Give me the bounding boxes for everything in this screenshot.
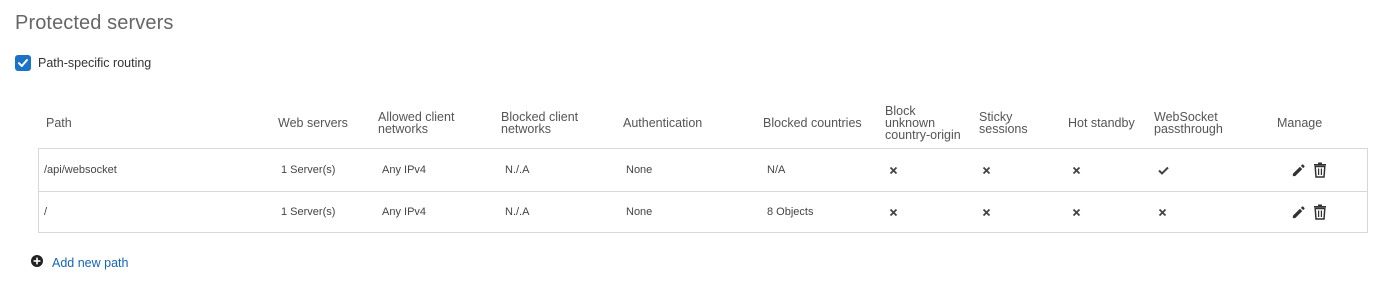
column-header-path: Path	[46, 116, 72, 130]
cell-allowed-networks: Any IPv4	[382, 206, 427, 218]
x-icon	[1072, 191, 1081, 233]
column-header-web-servers: Web servers	[278, 116, 348, 130]
column-header-blocked-networks: Blocked client networks	[501, 100, 578, 146]
cell-path: /	[44, 206, 48, 218]
edit-pencil-icon[interactable]	[1291, 205, 1306, 220]
delete-trash-icon[interactable]	[1313, 162, 1327, 178]
x-icon	[889, 191, 898, 233]
cell-path: /api/websocket	[44, 164, 117, 176]
x-icon	[1072, 149, 1081, 191]
cell-blocked-countries: 8 Objects	[767, 206, 814, 218]
protected-servers-panel: Protected servers Path-specific routing …	[0, 0, 1380, 286]
column-header-sticky-sessions: Sticky sessions	[979, 100, 1028, 146]
section-title: Protected servers	[15, 12, 174, 34]
table-row: / 1 Server(s) Any IPv4 N./.A None 8 Obje…	[39, 191, 1367, 233]
column-header-block-unknown: Block unknown country-origin	[885, 100, 961, 146]
cell-web-servers: 1 Server(s)	[281, 164, 336, 176]
column-header-sticky-line2: sessions	[979, 122, 1028, 136]
cell-blocked-countries: N/A	[767, 164, 786, 176]
column-header-blocked-line2: networks	[501, 122, 552, 136]
table-header: Path Web servers Allowed client networks…	[0, 100, 1380, 146]
table-row: /api/websocket 1 Server(s) Any IPv4 N./.…	[39, 149, 1367, 192]
edit-pencil-icon[interactable]	[1291, 163, 1306, 178]
column-header-allowed-networks: Allowed client networks	[378, 100, 454, 146]
plus-circle-icon	[31, 254, 43, 272]
add-new-path-button[interactable]: Add new path	[31, 254, 128, 272]
column-header-websocket: WebSocket passthrough	[1154, 100, 1223, 146]
checkbox-checked-icon[interactable]	[15, 55, 31, 71]
x-icon	[889, 149, 898, 191]
column-header-allowed-line2: networks	[378, 122, 429, 136]
cell-authentication: None	[626, 206, 653, 218]
delete-trash-icon[interactable]	[1313, 204, 1327, 220]
x-icon	[982, 149, 991, 191]
manage-actions	[1291, 149, 1327, 191]
column-header-block-line3: country-origin	[885, 128, 961, 142]
column-header-blocked-countries: Blocked countries	[763, 116, 862, 130]
cell-allowed-networks: Any IPv4	[382, 164, 427, 176]
column-header-manage: Manage	[1277, 116, 1323, 130]
x-icon	[1158, 191, 1167, 233]
manage-actions	[1291, 191, 1327, 233]
x-icon	[982, 191, 991, 233]
column-header-authentication: Authentication	[623, 116, 703, 130]
cell-authentication: None	[626, 164, 653, 176]
cell-blocked-networks: N./.A	[505, 164, 530, 176]
cell-web-servers: 1 Server(s)	[281, 206, 336, 218]
path-specific-routing-toggle[interactable]: Path-specific routing	[15, 55, 151, 71]
checkbox-label: Path-specific routing	[38, 56, 152, 70]
column-header-hot-standby: Hot standby	[1068, 116, 1135, 130]
add-new-path-label: Add new path	[52, 256, 129, 270]
cell-blocked-networks: N./.A	[505, 206, 530, 218]
check-icon	[1158, 149, 1169, 191]
paths-table: /api/websocket 1 Server(s) Any IPv4 N./.…	[38, 148, 1368, 233]
column-header-websocket-line2: passthrough	[1154, 122, 1223, 136]
